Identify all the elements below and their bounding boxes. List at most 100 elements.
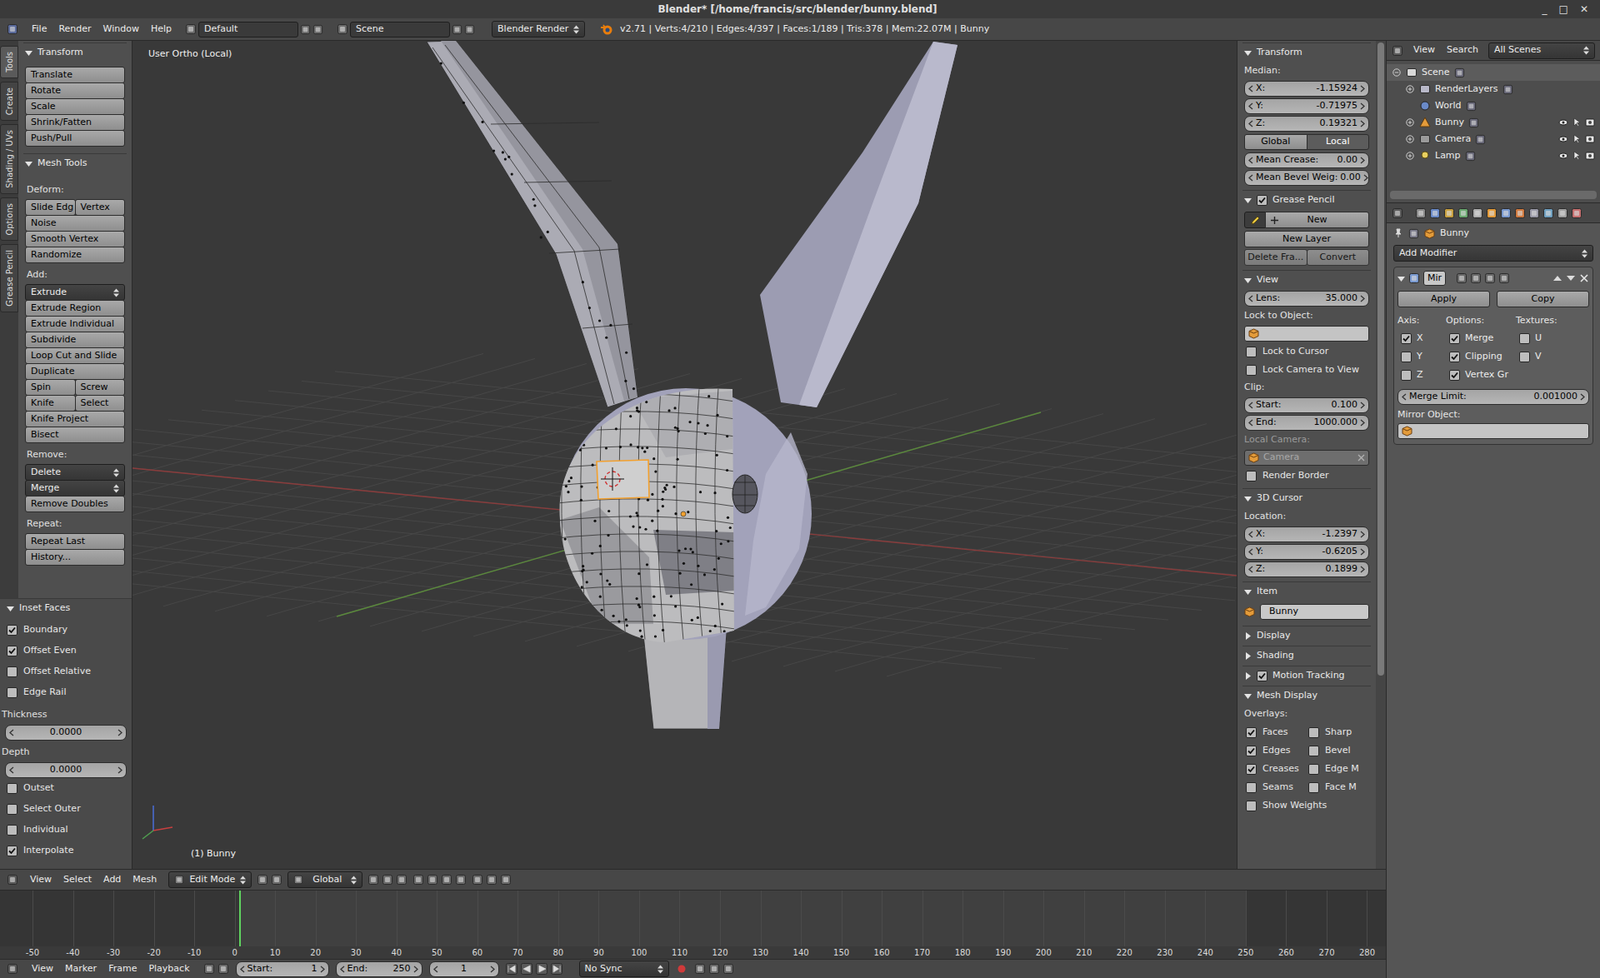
checkbox-row[interactable]: X	[1397, 329, 1446, 348]
expanded-arrow-icon[interactable]	[1244, 495, 1252, 503]
shelf-tab[interactable]: Create	[0, 81, 19, 121]
number-field[interactable]: Y:-0.71975	[1244, 98, 1370, 115]
number-field[interactable]: Y:-0.6205	[1244, 544, 1370, 560]
tool-button[interactable]: Bisect	[25, 426, 125, 444]
mirror-modifier-icon[interactable]	[1408, 272, 1420, 285]
context-tab-icon[interactable]	[1542, 207, 1555, 220]
checkbox-row[interactable]: Edge Rail	[0, 682, 132, 704]
collapsed-arrow-icon[interactable]	[1244, 652, 1252, 660]
orientation-icon[interactable]	[293, 875, 304, 885]
increment-arrow-icon[interactable]	[1360, 156, 1365, 165]
panel-header[interactable]: View	[1242, 270, 1371, 290]
playback-icon[interactable]	[520, 963, 533, 975]
layout-field[interactable]: Default	[198, 21, 299, 38]
modifier-button[interactable]: Copy	[1496, 290, 1590, 308]
checkbox-row[interactable]: Z	[1397, 365, 1446, 385]
checkbox[interactable]	[6, 645, 18, 657]
add-modifier-dropdown[interactable]: Add Modifier	[1393, 245, 1594, 262]
tool-button[interactable]: Slide Edg	[25, 199, 76, 216]
increment-arrow-icon[interactable]	[1360, 530, 1365, 539]
tool-button[interactable]: Push/Pull	[25, 130, 125, 147]
context-tab-icon[interactable]	[1415, 207, 1427, 220]
increment-arrow-icon[interactable]	[1360, 401, 1365, 410]
menu-item[interactable]: Render	[58, 22, 91, 37]
checkbox-row[interactable]: Outset	[0, 778, 132, 800]
increment-arrow-icon[interactable]	[117, 729, 123, 737]
checkbox-row[interactable]: Clipping	[1445, 347, 1516, 366]
end-frame-field[interactable]: End:250	[335, 961, 423, 978]
tool-button[interactable]: Randomize	[25, 246, 125, 264]
playback-icon[interactable]	[505, 963, 518, 975]
pin-icon[interactable]	[1393, 228, 1404, 239]
expanded-arrow-icon[interactable]	[1244, 588, 1252, 596]
checkbox[interactable]	[6, 666, 18, 678]
outliner-row[interactable]: Bunny	[1386, 114, 1600, 131]
menu-item[interactable]: View	[1413, 43, 1435, 58]
current-frame-line[interactable]	[239, 890, 241, 948]
move-down-icon[interactable]	[1565, 273, 1576, 284]
tool-button[interactable]: Extrude Individual	[25, 315, 125, 333]
menu-button[interactable]: Delete	[25, 464, 125, 481]
collapsed-arrow-icon[interactable]	[1244, 632, 1252, 640]
menu-item[interactable]: Frame	[108, 962, 137, 977]
checkbox[interactable]	[6, 845, 18, 857]
pencil-button[interactable]	[1244, 211, 1266, 229]
render-icon[interactable]	[1585, 117, 1595, 128]
expanded-arrow-icon[interactable]	[25, 160, 33, 168]
remove-icon[interactable]	[1579, 273, 1590, 284]
number-field[interactable]: Lens:35.000	[1244, 290, 1370, 307]
checkbox-row[interactable]: Face M	[1306, 778, 1370, 797]
increment-arrow-icon[interactable]	[1360, 419, 1365, 427]
checkbox-row[interactable]: Vertex Gr	[1445, 365, 1516, 385]
header-button-icon[interactable]	[367, 874, 380, 886]
scrollbar-thumb[interactable]	[1377, 42, 1385, 676]
checkbox[interactable]	[1245, 346, 1257, 358]
decrement-arrow-icon[interactable]	[240, 965, 245, 974]
tool-button[interactable]: Loop Cut and Slide	[25, 347, 125, 365]
header-button-icon[interactable]	[395, 874, 408, 886]
panel-header[interactable]: Motion Tracking	[1242, 665, 1371, 686]
menu-item[interactable]: Mesh	[132, 873, 157, 888]
shelf-tab[interactable]: Grease Pencil	[0, 244, 19, 313]
checkbox-row[interactable]: Merge	[1445, 329, 1516, 348]
tool-button[interactable]: Repeat Last	[25, 533, 125, 550]
tool-button[interactable]: Extrude Region	[25, 300, 125, 317]
outliner-row[interactable]: Scene	[1386, 64, 1600, 81]
viewport-scene[interactable]	[132, 40, 1237, 870]
cursor-icon[interactable]	[1571, 117, 1582, 128]
render-engine-dropdown[interactable]: Blender Render	[491, 20, 585, 38]
checkbox[interactable]	[1308, 727, 1320, 739]
decrement-arrow-icon[interactable]	[1248, 565, 1254, 574]
tool-button[interactable]: Translate	[25, 66, 125, 84]
object-name-field[interactable]: Bunny	[1260, 604, 1370, 620]
tool-button[interactable]: Rotate	[25, 82, 125, 100]
outliner-scrollbar[interactable]	[1390, 190, 1597, 200]
checkbox-row[interactable]: Bevel	[1306, 741, 1370, 760]
header-button-icon[interactable]	[412, 874, 425, 886]
checkbox[interactable]	[6, 687, 18, 699]
object-field[interactable]	[1244, 325, 1370, 342]
mode-dropdown[interactable]: Edit Mode	[168, 871, 252, 889]
collapse-icon[interactable]	[1392, 68, 1401, 77]
checkbox[interactable]	[1256, 670, 1268, 682]
increment-arrow-icon[interactable]	[1360, 565, 1365, 574]
checkbox[interactable]	[1256, 195, 1268, 206]
eye-icon[interactable]	[1558, 150, 1569, 161]
expanded-arrow-icon[interactable]	[6, 605, 15, 613]
panel-header[interactable]: Transform	[1242, 42, 1371, 63]
tool-button[interactable]: Shrink/Fatten	[25, 114, 125, 131]
header-button-icon[interactable]	[381, 874, 394, 886]
expand-icon[interactable]	[1405, 151, 1415, 160]
decrement-arrow-icon[interactable]	[1248, 156, 1254, 165]
number-field[interactable]: X:-1.2397	[1244, 526, 1370, 543]
header-button-icon[interactable]	[485, 874, 498, 886]
expanded-arrow-icon[interactable]	[1244, 692, 1252, 700]
data-icon[interactable]	[1475, 134, 1486, 145]
toggle-button[interactable]: Local	[1306, 134, 1370, 150]
number-field[interactable]: 0.0000	[5, 762, 127, 779]
expanded-arrow-icon[interactable]	[1397, 275, 1405, 283]
data-icon[interactable]	[1454, 67, 1465, 79]
context-tab-icon[interactable]	[1528, 207, 1540, 220]
checkbox-row[interactable]: Edge M	[1306, 760, 1370, 779]
context-tab-icon[interactable]	[1429, 207, 1441, 220]
